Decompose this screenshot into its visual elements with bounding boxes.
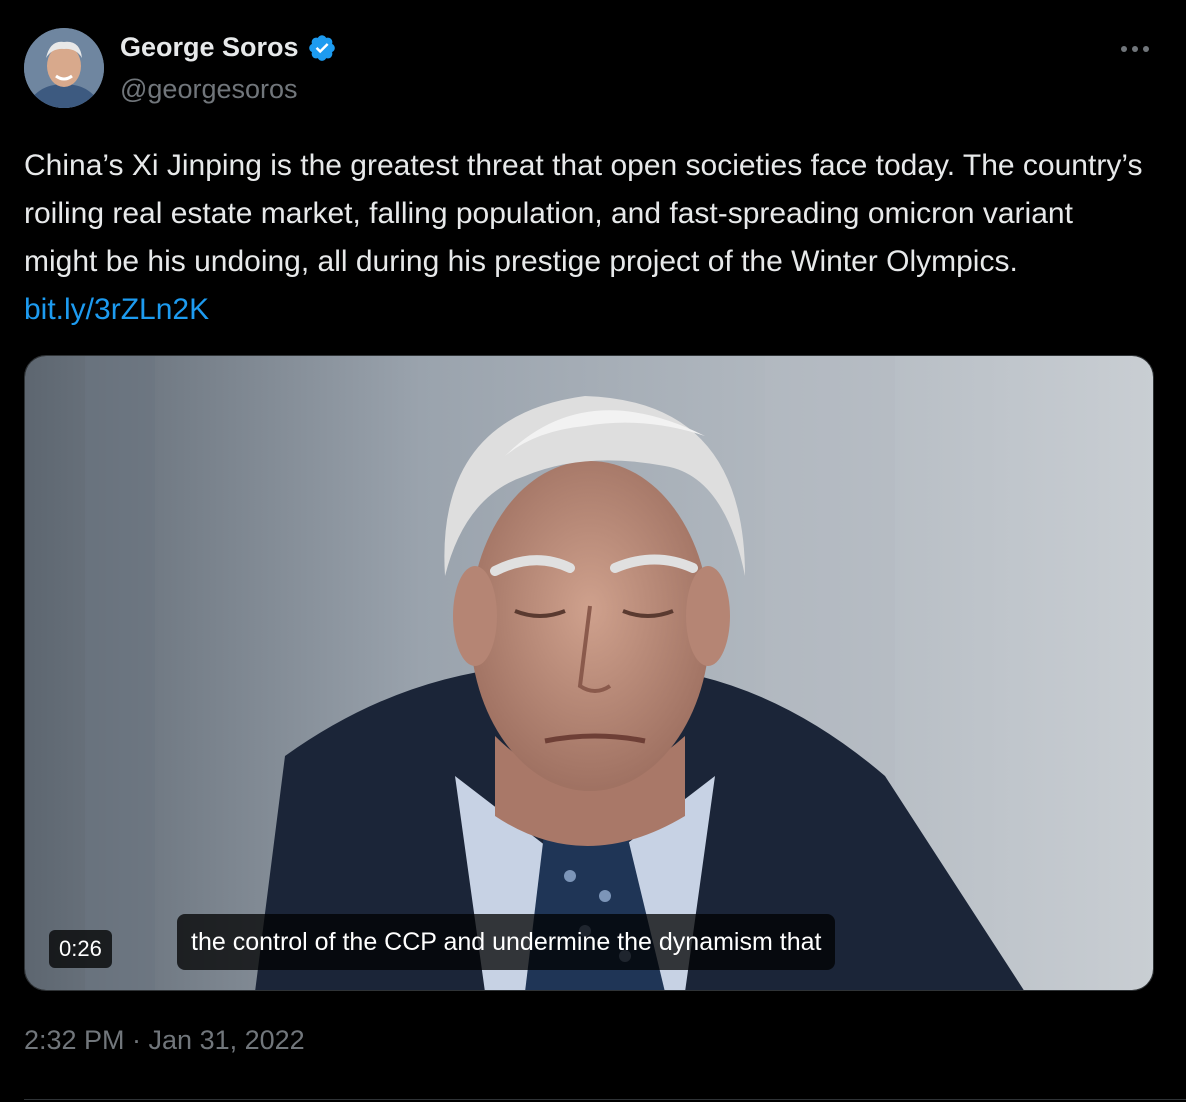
video-duration: 0:26 — [49, 930, 112, 968]
author-name-row[interactable]: George Soros — [120, 32, 337, 63]
video-frame — [25, 356, 1153, 990]
tweet-body: China’s Xi Jinping is the greatest threa… — [24, 149, 1151, 278]
tweet-timestamp[interactable]: 2:32 PM · Jan 31, 2022 — [24, 1025, 305, 1056]
author-handle[interactable]: @georgesoros — [120, 74, 298, 105]
video-caption: the control of the CCP and undermine the… — [177, 914, 836, 970]
divider — [24, 1099, 1186, 1100]
author-display-name[interactable]: George Soros — [120, 32, 299, 63]
video-player[interactable]: 0:26 the control of the CCP and undermin… — [24, 355, 1154, 991]
more-horizontal-icon[interactable] — [1118, 36, 1152, 62]
avatar[interactable] — [24, 28, 104, 108]
verified-badge-icon — [308, 34, 335, 61]
avatar-image — [24, 28, 104, 108]
tweet-text: China’s Xi Jinping is the greatest threa… — [24, 142, 1154, 334]
tweet-link[interactable]: bit.ly/3rZLn2K — [24, 293, 209, 326]
